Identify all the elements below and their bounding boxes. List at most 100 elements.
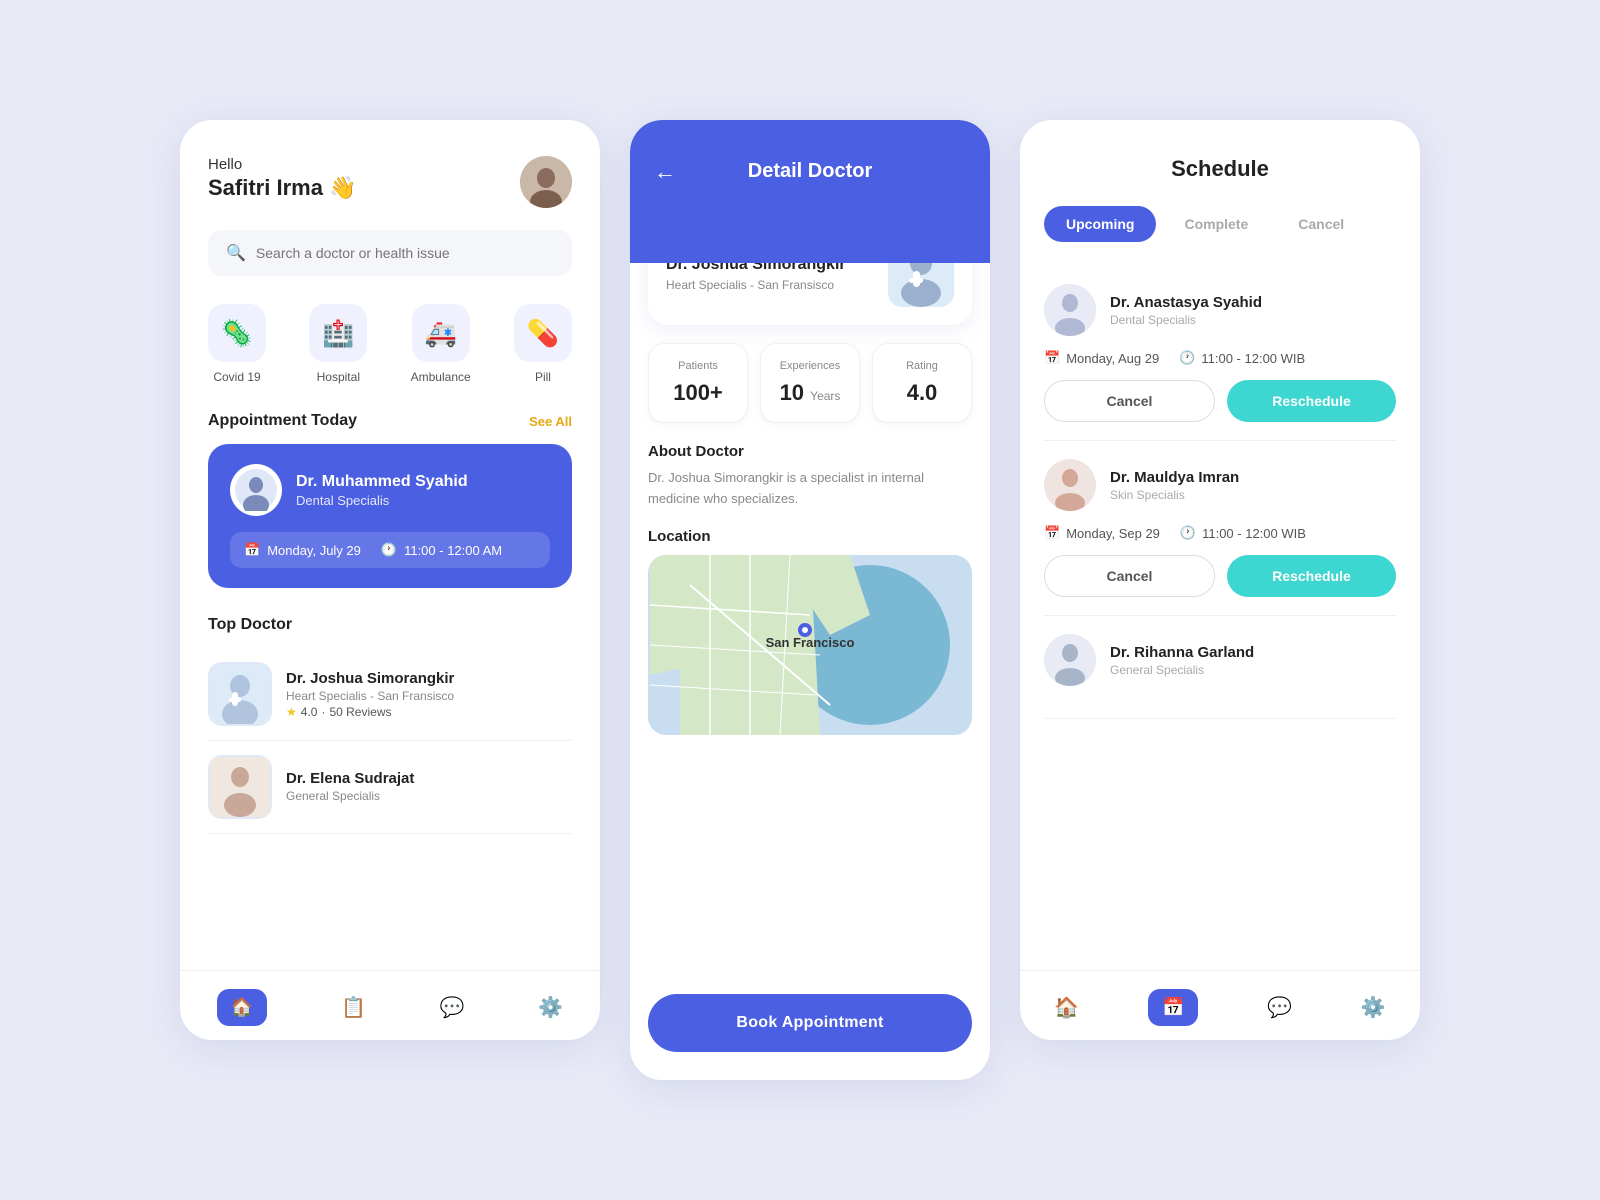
cancel-button[interactable]: Cancel (1044, 555, 1215, 597)
about-text: Dr. Joshua Simorangkir is a specialist i… (648, 468, 972, 510)
appointment-doctor-avatar (230, 464, 282, 516)
doctor-name: Dr. Joshua Simorangkir (286, 670, 454, 687)
doctor-rating: ★ 4.0 · 50 Reviews (286, 705, 454, 719)
schedule-screen: Schedule Upcoming Complete Cancel (1020, 120, 1420, 1040)
tab-upcoming[interactable]: Upcoming (1044, 206, 1156, 242)
nav-settings[interactable]: ⚙️ (1361, 995, 1386, 1020)
schedule-doctor-avatar (1044, 634, 1096, 686)
hero-doctor-spec: Heart Specialis - San Fransisco (666, 278, 846, 292)
schedule-item: Dr. Rihanna Garland General Specialis (1044, 616, 1396, 719)
bottom-nav: 🏠 📋 💬 ⚙️ (180, 970, 600, 1040)
doctor-spec: Heart Specialis - San Fransisco (286, 689, 454, 703)
nav-records[interactable]: 📋 (341, 995, 366, 1020)
appointment-doctor-name: Dr. Muhammed Syahid (296, 473, 468, 491)
avatar[interactable] (520, 156, 572, 208)
reschedule-button[interactable]: Reschedule (1227, 555, 1396, 597)
appointment-date: 📅 Monday, July 29 (244, 542, 361, 558)
schedule-date: 📅 Monday, Aug 29 (1044, 350, 1159, 366)
location-section: Location (648, 528, 972, 735)
nav-schedule[interactable]: 📅 (1148, 989, 1198, 1026)
schedule-date: 📅 Monday, Sep 29 (1044, 525, 1160, 541)
screens-container: Hello Safitri Irma 👋 🔍 (40, 120, 1560, 1080)
appointment-card[interactable]: Dr. Muhammed Syahid Dental Specialis 📅 M… (208, 444, 572, 588)
doctor-thumbnail (208, 662, 272, 726)
calendar-icon: 📅 (1044, 350, 1060, 366)
category-pill[interactable]: 💊 Pill (514, 304, 572, 384)
home-screen: Hello Safitri Irma 👋 🔍 (180, 120, 600, 1040)
schedule-doctor-spec: Dental Specialis (1110, 313, 1262, 327)
svg-text:San Francisco: San Francisco (766, 635, 855, 650)
records-icon: 📋 (341, 995, 366, 1020)
doctor-thumbnail (208, 755, 272, 819)
category-ambulance[interactable]: 🚑 Ambulance (411, 304, 471, 384)
search-input[interactable] (256, 245, 554, 261)
reschedule-button[interactable]: Reschedule (1227, 380, 1396, 422)
schedule-time-row: 📅 Monday, Aug 29 🕐 11:00 - 12:00 WIB (1044, 350, 1396, 366)
about-section: About Doctor Dr. Joshua Simorangkir is a… (648, 443, 972, 510)
tab-cancel[interactable]: Cancel (1276, 206, 1366, 242)
schedule-doctor-name: Dr. Mauldya Imran (1110, 469, 1239, 486)
nav-chat[interactable]: 💬 (1267, 995, 1292, 1020)
categories-row: 🦠 Covid 19 🏥 Hospital 🚑 Ambulance 💊 Pill (208, 304, 572, 384)
tab-complete[interactable]: Complete (1162, 206, 1270, 242)
chat-icon: 💬 (1267, 995, 1292, 1020)
schedule-time: 🕐 11:00 - 12:00 WIB (1179, 350, 1305, 366)
nav-settings[interactable]: ⚙️ (538, 995, 563, 1020)
home-icon: 🏠 (1054, 995, 1079, 1020)
see-all-button[interactable]: See All (529, 414, 572, 429)
book-appointment-button[interactable]: Book Appointment (648, 994, 972, 1052)
nav-chat[interactable]: 💬 (440, 995, 465, 1020)
category-hospital[interactable]: 🏥 Hospital (309, 304, 367, 384)
chat-icon: 💬 (440, 995, 465, 1020)
location-title: Location (648, 528, 972, 545)
clock-icon: 🕐 (1180, 525, 1196, 541)
clock-icon: 🕐 (381, 542, 397, 558)
stat-label: Rating (883, 360, 961, 372)
top-doctor-section: Top Doctor Dr. Joshua Simorangkir (208, 616, 572, 834)
tab-row: Upcoming Complete Cancel (1044, 206, 1396, 242)
nav-home[interactable]: 🏠 (1054, 995, 1079, 1020)
doctor-spec: General Specialis (286, 789, 414, 803)
schedule-doctor-spec: Skin Specialis (1110, 488, 1239, 502)
category-covid[interactable]: 🦠 Covid 19 (208, 304, 266, 384)
settings-icon: ⚙️ (1361, 995, 1386, 1020)
schedule-doctor-name: Dr. Anastasya Syahid (1110, 294, 1262, 311)
schedule-icon: 📅 (1148, 989, 1198, 1026)
ambulance-icon: 🚑 (412, 304, 470, 362)
cancel-button[interactable]: Cancel (1044, 380, 1215, 422)
covid-icon: 🦠 (208, 304, 266, 362)
schedule-doctor-spec: General Specialis (1110, 663, 1254, 677)
hospital-icon: 🏥 (309, 304, 367, 362)
search-bar[interactable]: 🔍 (208, 230, 572, 276)
book-btn-wrap: Book Appointment (630, 976, 990, 1080)
category-label: Hospital (317, 370, 360, 384)
back-button[interactable]: ← (654, 159, 676, 185)
stat-value: 100+ (659, 380, 737, 406)
top-doctor-title: Top Doctor (208, 616, 292, 634)
settings-icon: ⚙️ (538, 995, 563, 1020)
schedule-title: Schedule (1044, 156, 1396, 182)
stat-value: 10 Years (771, 380, 849, 406)
schedule-item: Dr. Mauldya Imran Skin Specialis 📅 Monda… (1044, 441, 1396, 616)
detail-header: ← Detail Doctor (630, 120, 990, 263)
about-title: About Doctor (648, 443, 972, 460)
schedule-item: Dr. Anastasya Syahid Dental Specialis 📅 … (1044, 266, 1396, 441)
appointment-section-header: Appointment Today See All (208, 412, 572, 430)
stat-experience: Experiences 10 Years (760, 343, 860, 423)
pill-icon: 💊 (514, 304, 572, 362)
schedule-doctor-name: Dr. Rihanna Garland (1110, 644, 1254, 661)
detail-title: Detail Doctor (748, 160, 872, 183)
clock-icon: 🕐 (1179, 350, 1195, 366)
doctor-list-item[interactable]: Dr. Elena Sudrajat General Specialis (208, 741, 572, 834)
doctor-list-item[interactable]: Dr. Joshua Simorangkir Heart Specialis -… (208, 648, 572, 741)
calendar-icon: 📅 (1044, 525, 1060, 541)
schedule-doctor-avatar (1044, 459, 1096, 511)
stat-value: 4.0 (883, 380, 961, 406)
schedule-time: 🕐 11:00 - 12:00 WIB (1180, 525, 1306, 541)
schedule-btn-row: Cancel Reschedule (1044, 380, 1396, 422)
appointment-time: 🕐 11:00 - 12:00 AM (381, 542, 502, 558)
stats-row: Patients 100+ Experiences 10 Years Ratin… (648, 343, 972, 423)
star-icon: ★ (286, 705, 297, 719)
nav-home[interactable]: 🏠 (217, 989, 267, 1026)
stat-patients: Patients 100+ (648, 343, 748, 423)
